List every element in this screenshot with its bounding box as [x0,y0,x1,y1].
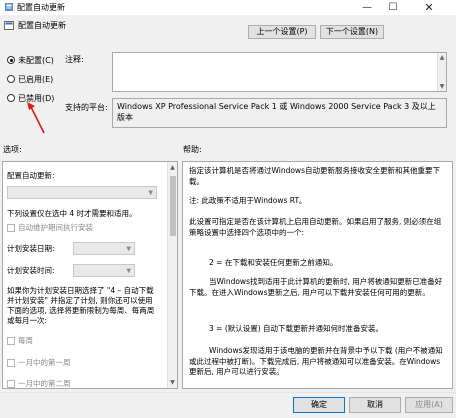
schedule-time-dropdown[interactable]: ▼ [73,264,135,277]
help-paragraph-4: 2 = 在下载和安装任何更新之前通知。 [209,258,338,267]
options-scrollbar[interactable]: ▲ ▼ [167,162,177,388]
configure-dropdown[interactable]: ▼ [7,186,157,199]
radio-not-configured-label[interactable]: 未配置(C) [18,55,54,66]
help-paragraph-2: 注: 此政策不适用于Windows RT。 [189,196,307,205]
scroll-down-icon[interactable]: ▼ [438,83,446,90]
maximize-button[interactable]: ☐ [380,0,406,15]
note-line-1: 如果你为计划安装日期选择了 "4 – 自动下载 [7,286,154,295]
apply-button[interactable]: 应用(A) [405,397,453,413]
radio-enabled[interactable] [7,75,15,83]
setting-icon [4,21,14,30]
comment-label: 注释: [65,55,84,64]
scroll-up-icon[interactable]: ▲ [438,53,446,61]
first-week-checkbox[interactable] [7,359,15,367]
prev-setting-button[interactable]: 上一个设置(P) [248,25,316,39]
chevron-down-icon: ▼ [148,189,153,196]
scroll-down-icon[interactable]: ▼ [168,379,177,386]
chevron-down-icon: ▼ [126,245,131,252]
radio-enabled-label[interactable]: 已启用(E) [18,74,53,85]
platform-text: Windows XP Professional Service Pack 1 或… [112,98,447,128]
help-paragraph-3: 此设置可指定是否在该计算机上启用自动更新。如果启用了服务, 则必须在组策略设置中… [189,217,442,237]
note-line-2: 并计划安装" 并指定了计划, 则你还可以使用 [7,296,153,305]
title-bar: 配置自动更新 — ☐ ✕ [0,0,456,15]
comment-textarea[interactable]: ▲ ▼ [112,52,447,92]
footer-divider [0,392,456,393]
maintenance-checkbox-label: 自动维护期间执行安装 [18,223,93,232]
scrollbar-thumb[interactable] [170,176,176,236]
second-week-label: 一月中的第二周 [18,379,71,388]
ok-button[interactable]: 确定 [293,397,345,413]
cancel-button[interactable]: 取消 [349,397,401,413]
help-paragraph-5: 当Windows找到适用于此计算机的更新时, 用户将被通知更新已准备好下载。在进… [189,277,443,297]
help-paragraph-6: 3 = (默认设置) 自动下载更新并通知何时准备安装。 [209,324,384,333]
schedule-day-dropdown[interactable]: ▼ [73,242,135,255]
configure-label: 配置自动更新: [7,171,55,180]
policy-app-icon [5,3,13,11]
comment-scrollbar[interactable]: ▲ ▼ [437,53,446,91]
radio-disabled[interactable] [7,94,15,102]
maintenance-checkbox[interactable] [7,224,15,232]
options-panel: 配置自动更新: ▼ 下列设置仅在选中 4 时才需要和适用。 自动维护期间执行安装… [2,161,178,389]
minimize-button[interactable]: — [354,0,380,15]
chevron-down-icon: ▼ [126,267,131,274]
note-line-4: 或每月一次: [7,316,48,325]
setting-title: 配置自动更新 [18,21,66,30]
weekly-label: 每周 [18,336,33,345]
help-paragraph-7: Windows发现适用于该电脑的更新并在背景中予以下载 (用户不被通知或此过程中… [189,346,443,376]
first-week-label: 一月中的第一周 [18,358,71,367]
help-panel: 指定该计算机是否将通过Windows自动更新服务接收安全更新和其他重要下载。 注… [182,161,453,389]
platform-label: 支持的平台: [65,103,108,112]
schedule-day-label: 计划安装日期: [7,244,55,253]
scroll-up-icon[interactable]: ▲ [168,162,177,171]
options-label: 选项: [3,145,22,154]
close-button[interactable]: ✕ [416,0,442,15]
schedule-time-label: 计划安装时间: [7,266,55,275]
red-arrow-icon [27,102,45,134]
help-paragraph-1: 指定该计算机是否将通过Windows自动更新服务接收安全更新和其他重要下载。 [189,166,440,186]
radio-not-configured[interactable] [7,56,15,64]
note-line-3: 下面的选项, 选择将更新限制为每周、每两周 [7,306,155,315]
next-setting-button[interactable]: 下一个设置(N) [320,25,384,39]
window-title: 配置自动更新 [17,3,65,12]
help-label: 帮助: [183,145,202,154]
second-week-checkbox[interactable] [7,380,15,388]
install-hint: 下列设置仅在选中 4 时才需要和适用。 [7,209,137,218]
weekly-checkbox[interactable] [7,337,15,345]
